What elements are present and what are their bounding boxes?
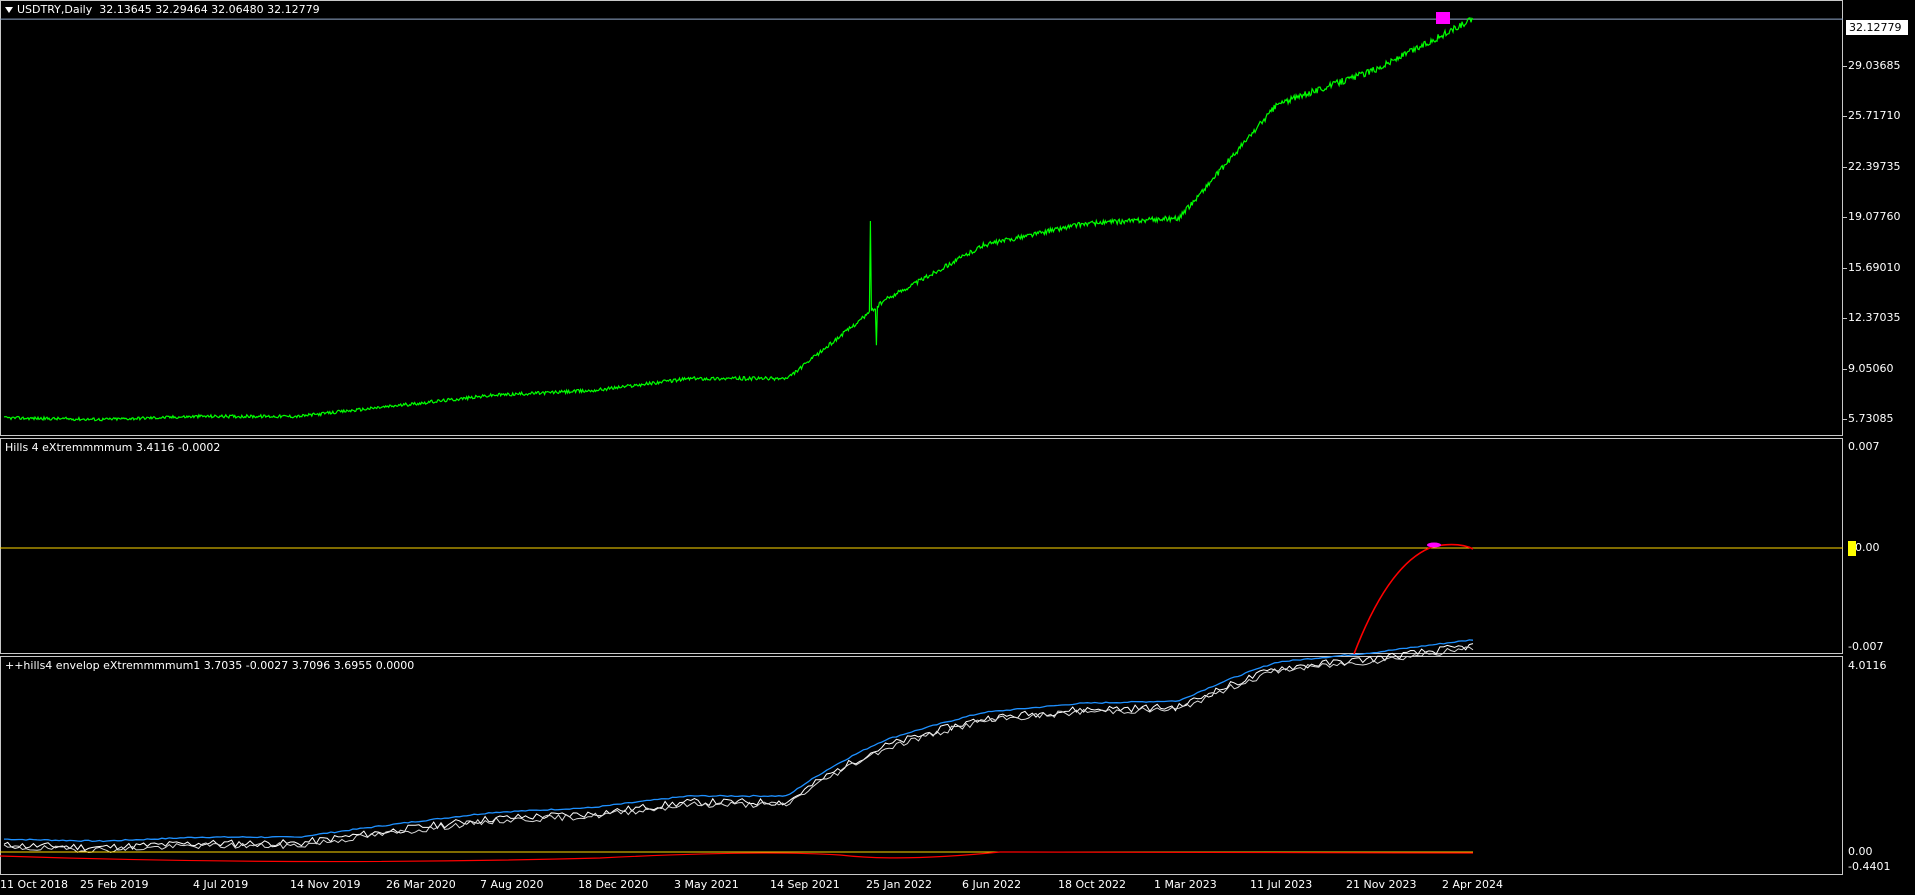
time-axis-label: 3 May 2021	[674, 878, 739, 891]
price-scale-label: 9.05060	[1848, 361, 1894, 375]
price-scale-tick	[1843, 65, 1847, 67]
price-scale-label: 25.71710	[1848, 109, 1901, 123]
current-price-box: 32.12779	[1846, 20, 1908, 35]
indicator2-scale[interactable]: 4.0116 0.00 -0.4401	[1843, 656, 1915, 875]
time-axis-label: 14 Sep 2021	[770, 878, 840, 891]
price-scale-tick	[1843, 166, 1847, 168]
time-axis-label: 11 Oct 2018	[0, 878, 69, 891]
envelope-white-line	[3, 643, 1474, 851]
price-scale-label: 22.39735	[1848, 159, 1901, 173]
price-scale-tick	[1843, 216, 1847, 218]
time-axis-label: 4 Jul 2019	[193, 878, 249, 891]
indicator2-scale-bottom: -0.4401	[1848, 860, 1891, 873]
price-line	[3, 17, 1474, 422]
time-axis-label: 18 Oct 2022	[1058, 878, 1127, 891]
time-axis-label: 26 Mar 2020	[386, 878, 456, 891]
time-axis-label: 25 Feb 2019	[80, 878, 149, 891]
price-scale-label: 19.07760	[1848, 209, 1901, 223]
price-scale-tick	[1843, 116, 1847, 118]
indicator1-scale-mid: 0.00	[1855, 541, 1880, 554]
indicator1-curve	[1353, 543, 1474, 655]
envelope-blue-line	[4, 639, 1474, 843]
time-axis-label: 11 Jul 2023	[1250, 878, 1313, 891]
time-axis-label: 1 Mar 2023	[1154, 878, 1217, 891]
time-axis-label: 2 Apr 2024	[1442, 878, 1504, 891]
time-axis-label: 21 Nov 2023	[1346, 878, 1417, 891]
indicator1-scale-top: 0.007	[1848, 440, 1880, 453]
time-axis-label: 25 Jan 2022	[866, 878, 932, 891]
price-scale-label: 5.73085	[1848, 411, 1894, 425]
price-scale-tick	[1843, 318, 1847, 320]
time-axis-label: 14 Nov 2019	[290, 878, 361, 891]
time-axis[interactable]: 11 Oct 2018 25 Feb 2019 4 Jul 2019 14 Nov 2…	[0, 875, 1915, 895]
price-scale-label: 29.03685	[1848, 58, 1901, 72]
indicator1-zero-marker	[1848, 541, 1856, 556]
time-axis-label: 7 Aug 2020	[480, 878, 544, 891]
price-scale-label: 15.69010	[1848, 261, 1901, 275]
time-axis-label: 6 Jun 2022	[962, 878, 1022, 891]
price-scale-label: 12.37035	[1848, 311, 1901, 325]
price-scale-tick	[1843, 418, 1847, 420]
indicator2-scale-top: 4.0116	[1848, 659, 1887, 672]
indicator1-scale-bottom: -0.007	[1848, 640, 1884, 653]
indicator2-scale-zero: 0.00	[1848, 845, 1873, 858]
indicator2-red-line	[0, 851, 1474, 863]
price-highlight-mark	[1436, 12, 1450, 24]
time-axis-label: 18 Dec 2020	[578, 878, 649, 891]
price-scale-tick	[1843, 368, 1847, 370]
chart-drawing	[0, 12, 1843, 863]
price-scale[interactable]: 29.03685 25.71710 22.39735 19.07760 15.69010…	[1843, 0, 1915, 436]
indicator1-highlight-mark	[1427, 542, 1441, 548]
price-scale-tick	[1843, 268, 1847, 270]
